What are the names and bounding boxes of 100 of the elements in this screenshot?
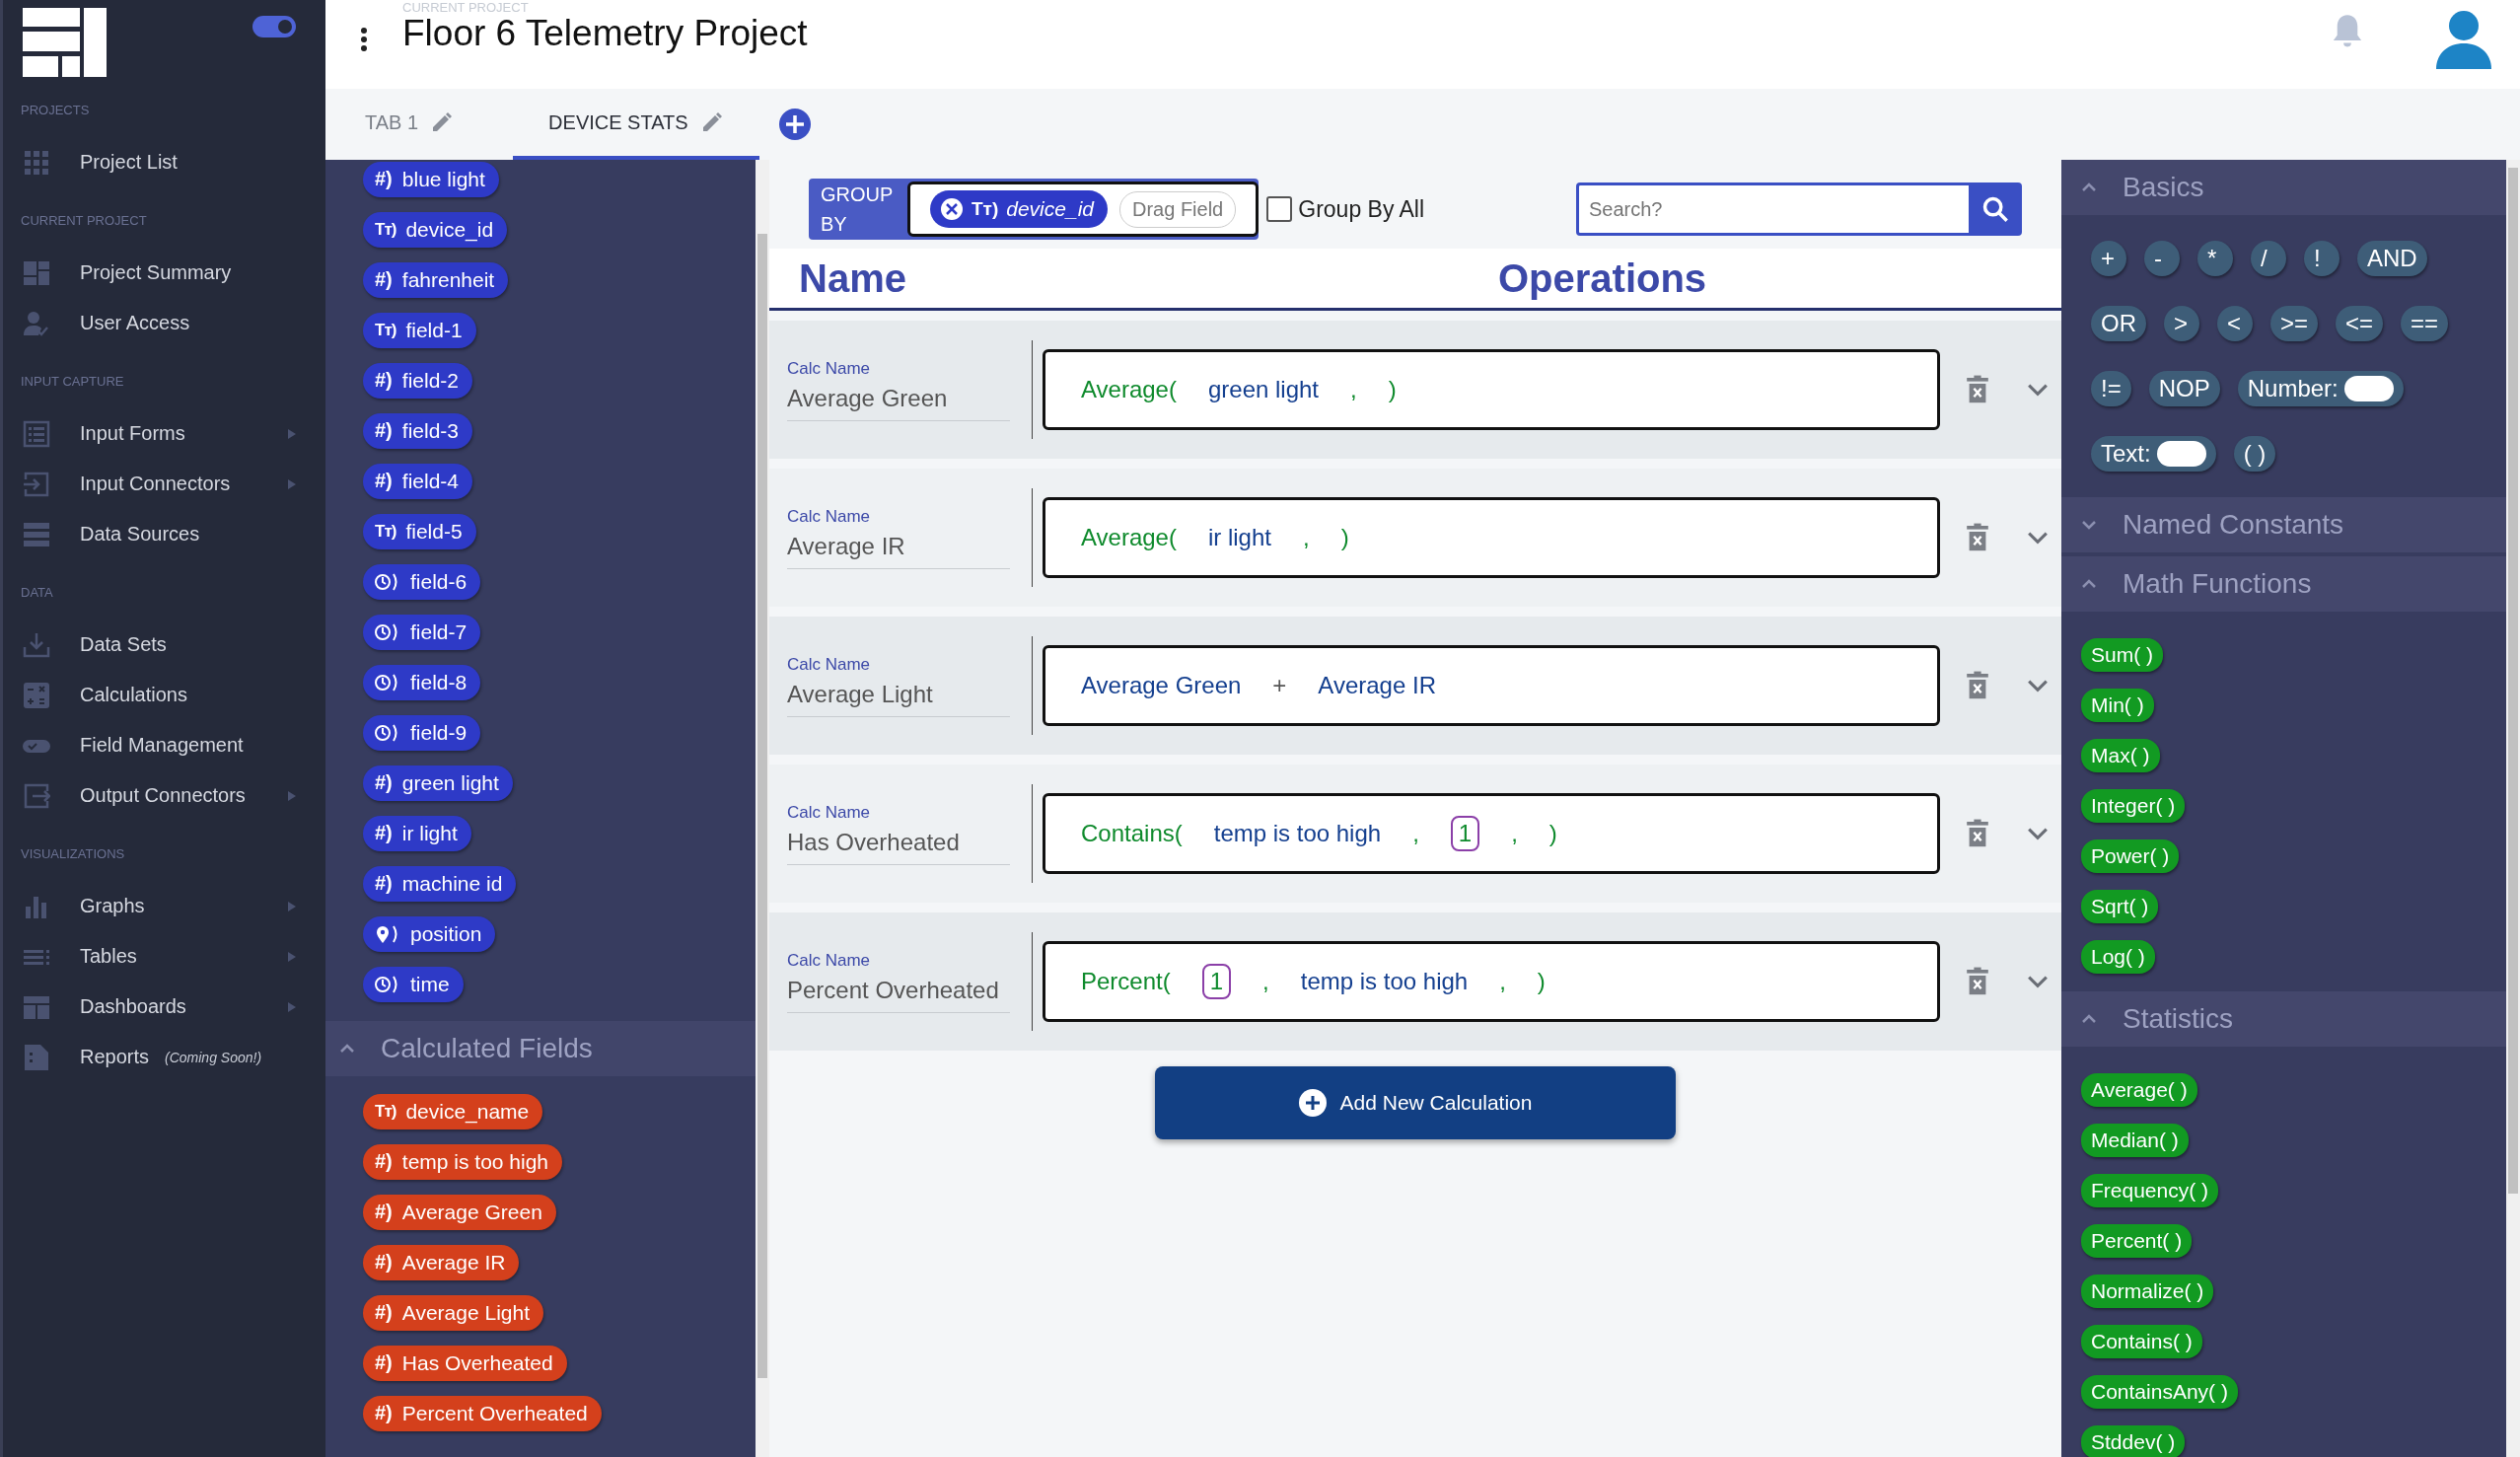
calculated-field-chip[interactable]: Tт) device_name (363, 1093, 543, 1129)
function-button[interactable]: Normalize( ) (2081, 1274, 2214, 1308)
chevron-icon[interactable] (2081, 182, 2097, 192)
field-chip[interactable]: Tт) device_id (363, 211, 508, 248)
expression-token[interactable]: Average( (1081, 376, 1177, 403)
operator-button[interactable]: != (2091, 371, 2131, 406)
expression-token[interactable]: ) (1388, 376, 1397, 403)
section-header[interactable]: Basics (2061, 160, 2506, 215)
nav-item[interactable]: Graphs (80, 895, 145, 917)
field-chip[interactable]: #) field-2 (363, 362, 472, 399)
remove-icon[interactable] (940, 197, 964, 221)
expand-icon[interactable] (2027, 975, 2049, 988)
field-chip[interactable]: #) field-3 (363, 412, 472, 449)
search-icon[interactable] (1981, 195, 2009, 223)
field-chip[interactable]: #) ir light (363, 815, 471, 851)
expression-token[interactable]: Average Green (1081, 672, 1242, 699)
toggle-switch[interactable] (252, 16, 296, 37)
calculated-field-chip[interactable]: #) Average Green (363, 1194, 556, 1230)
value-input[interactable]: Number: (2237, 371, 2404, 406)
nav-item[interactable]: Reports (80, 1046, 150, 1068)
expression-field[interactable]: Average( green light , ) (1043, 349, 1940, 430)
field-chip[interactable]: field-8 (363, 664, 481, 700)
calculated-field-chip[interactable]: #) Has Overheated (363, 1345, 567, 1381)
search-button[interactable] (1969, 182, 2022, 236)
expression-field[interactable]: Percent( 1 , temp is too high , ) (1043, 941, 1940, 1022)
field-chip[interactable]: field-6 (363, 563, 481, 600)
expression-token[interactable]: Contains( (1081, 820, 1183, 847)
field-chip[interactable]: position (363, 915, 496, 952)
operator-button[interactable]: + (2091, 241, 2126, 276)
tab[interactable]: TAB 1 (361, 89, 494, 160)
delete-icon[interactable] (1966, 671, 1989, 700)
function-button[interactable]: ContainsAny( ) (2081, 1374, 2238, 1409)
nav-item[interactable]: Output Connectors (80, 784, 246, 807)
function-button[interactable]: Sqrt( ) (2081, 889, 2159, 923)
operator-button[interactable]: NOP (2148, 371, 2220, 406)
field-chip[interactable]: field-7 (363, 614, 481, 650)
operator-button[interactable]: >= (2270, 306, 2319, 341)
nav-item[interactable]: Dashboards (80, 995, 186, 1018)
expression-token[interactable]: , (1350, 376, 1357, 403)
scrollbar[interactable] (2506, 160, 2520, 1457)
operator-button[interactable]: > (2164, 306, 2199, 341)
operator-button[interactable]: < (2217, 306, 2253, 341)
expand-icon[interactable] (2027, 531, 2049, 545)
value-input[interactable]: Text: (2091, 436, 2216, 472)
operator-button[interactable]: - (2144, 241, 2180, 276)
expression-token[interactable]: Percent( (1081, 968, 1171, 995)
scrollbar[interactable] (756, 160, 769, 1457)
function-button[interactable]: Sum( ) (2081, 637, 2163, 672)
function-button[interactable]: Median( ) (2081, 1123, 2189, 1157)
expression-token[interactable]: green light (1207, 376, 1320, 403)
expand-icon[interactable] (2027, 383, 2049, 397)
field-chip[interactable]: time (363, 966, 464, 1002)
function-button[interactable]: Power( ) (2081, 838, 2180, 873)
expression-token[interactable]: , (1511, 820, 1518, 847)
expression-field[interactable]: Contains( temp is too high , 1 , ) (1043, 793, 1940, 874)
function-button[interactable]: Integer( ) (2081, 788, 2186, 823)
nav-item[interactable]: Project Summary (80, 261, 232, 284)
nav-item[interactable]: Calculations (80, 684, 187, 706)
number-token[interactable]: 1 (1450, 816, 1480, 851)
expression-token[interactable]: ir light (1207, 524, 1271, 551)
calc-name-field[interactable]: Calc Name Has Overheated (787, 802, 1010, 865)
pencil-icon[interactable] (430, 110, 455, 134)
function-button[interactable]: Max( ) (2081, 738, 2160, 772)
expression-token[interactable]: + (1272, 672, 1287, 699)
delete-icon[interactable] (1966, 967, 1989, 996)
nav-item[interactable]: User Access (80, 312, 190, 334)
calc-name-field[interactable]: Calc Name Average Green (787, 358, 1010, 421)
operator-button[interactable]: ! (2304, 241, 2340, 276)
more-menu-icon[interactable] (361, 28, 367, 51)
function-button[interactable]: Min( ) (2081, 688, 2154, 722)
function-button[interactable]: Average( ) (2081, 1072, 2197, 1107)
group-by-chip[interactable]: Tт) device_id (930, 190, 1108, 228)
search-field[interactable]: Search? (1576, 182, 1969, 236)
delete-icon[interactable] (1966, 523, 1989, 552)
add-tab-icon[interactable] (778, 109, 811, 140)
expression-token[interactable]: ) (1340, 524, 1349, 551)
section-header[interactable]: Named Constants (2061, 497, 2506, 552)
function-button[interactable]: Stddev( ) (2081, 1424, 2186, 1457)
field-chip[interactable]: Tт) field-1 (363, 312, 476, 348)
nav-item[interactable]: Data Sources (80, 523, 200, 546)
section-header[interactable]: Statistics (2061, 991, 2506, 1047)
expression-token[interactable]: temp is too high (1300, 968, 1469, 995)
nav-item[interactable]: Data Sets (80, 633, 167, 656)
expression-token[interactable]: ) (1548, 820, 1557, 847)
expression-token[interactable]: ) (1537, 968, 1546, 995)
add-calculation-button[interactable]: Add New Calculation (1155, 1066, 1676, 1139)
calc-name-field[interactable]: Calc Name Percent Overheated (787, 950, 1010, 1013)
section-header[interactable]: Calculated Fields (325, 1021, 756, 1076)
expression-token[interactable]: , (1499, 968, 1506, 995)
expression-token[interactable]: , (1262, 968, 1269, 995)
chevron-icon[interactable] (2081, 520, 2097, 530)
field-chip[interactable]: #) blue light (363, 161, 499, 197)
operator-button[interactable]: / (2251, 241, 2286, 276)
drop-target[interactable]: Drag Field (1119, 190, 1237, 228)
group-by-all-checkbox[interactable]: Group By All (1266, 195, 1425, 223)
field-chip[interactable]: #) machine id (363, 865, 517, 902)
expression-token[interactable]: Average( (1081, 524, 1177, 551)
delete-icon[interactable] (1966, 375, 1989, 404)
function-button[interactable]: Contains( ) (2081, 1324, 2202, 1358)
operator-button[interactable]: * (2197, 241, 2233, 276)
